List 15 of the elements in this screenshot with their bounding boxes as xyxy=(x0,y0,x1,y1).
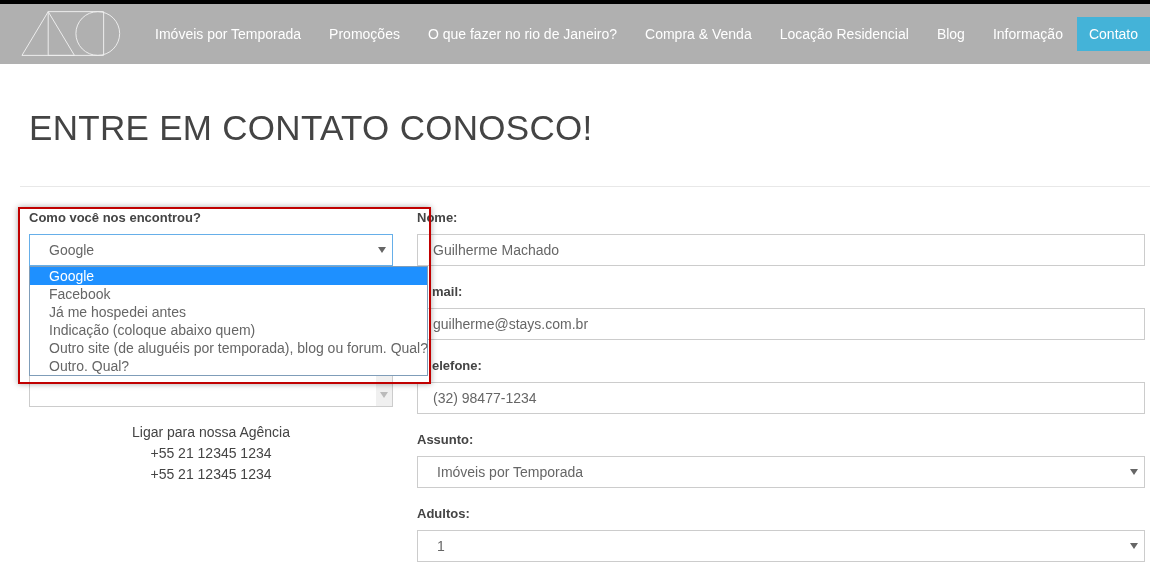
phone-number: +55 21 12345 1234 xyxy=(150,466,272,482)
input-field[interactable]: Guilherme Machado xyxy=(417,234,1145,266)
field-label: Assunto: xyxy=(417,432,475,448)
select-field[interactable]: 1 xyxy=(417,530,1145,562)
source-select[interactable]: Google xyxy=(29,234,393,266)
input-field[interactable]: (32) 98477-1234 xyxy=(417,382,1145,414)
field-label: mail: xyxy=(431,284,464,300)
page-title: ENTRE EM CONTATO CONOSCO! xyxy=(28,107,594,149)
field-label: elefone: xyxy=(431,358,483,374)
field-label: Como você nos encontrou? xyxy=(29,210,202,226)
dropdown-option[interactable]: Google xyxy=(30,267,427,285)
select-field[interactable]: Imóveis por Temporada xyxy=(417,456,1145,488)
phone-number: +55 21 12345 1234 xyxy=(150,445,272,461)
field-label: Adultos: xyxy=(417,506,471,522)
agency-label: Ligar para nossa Agência xyxy=(132,424,290,440)
